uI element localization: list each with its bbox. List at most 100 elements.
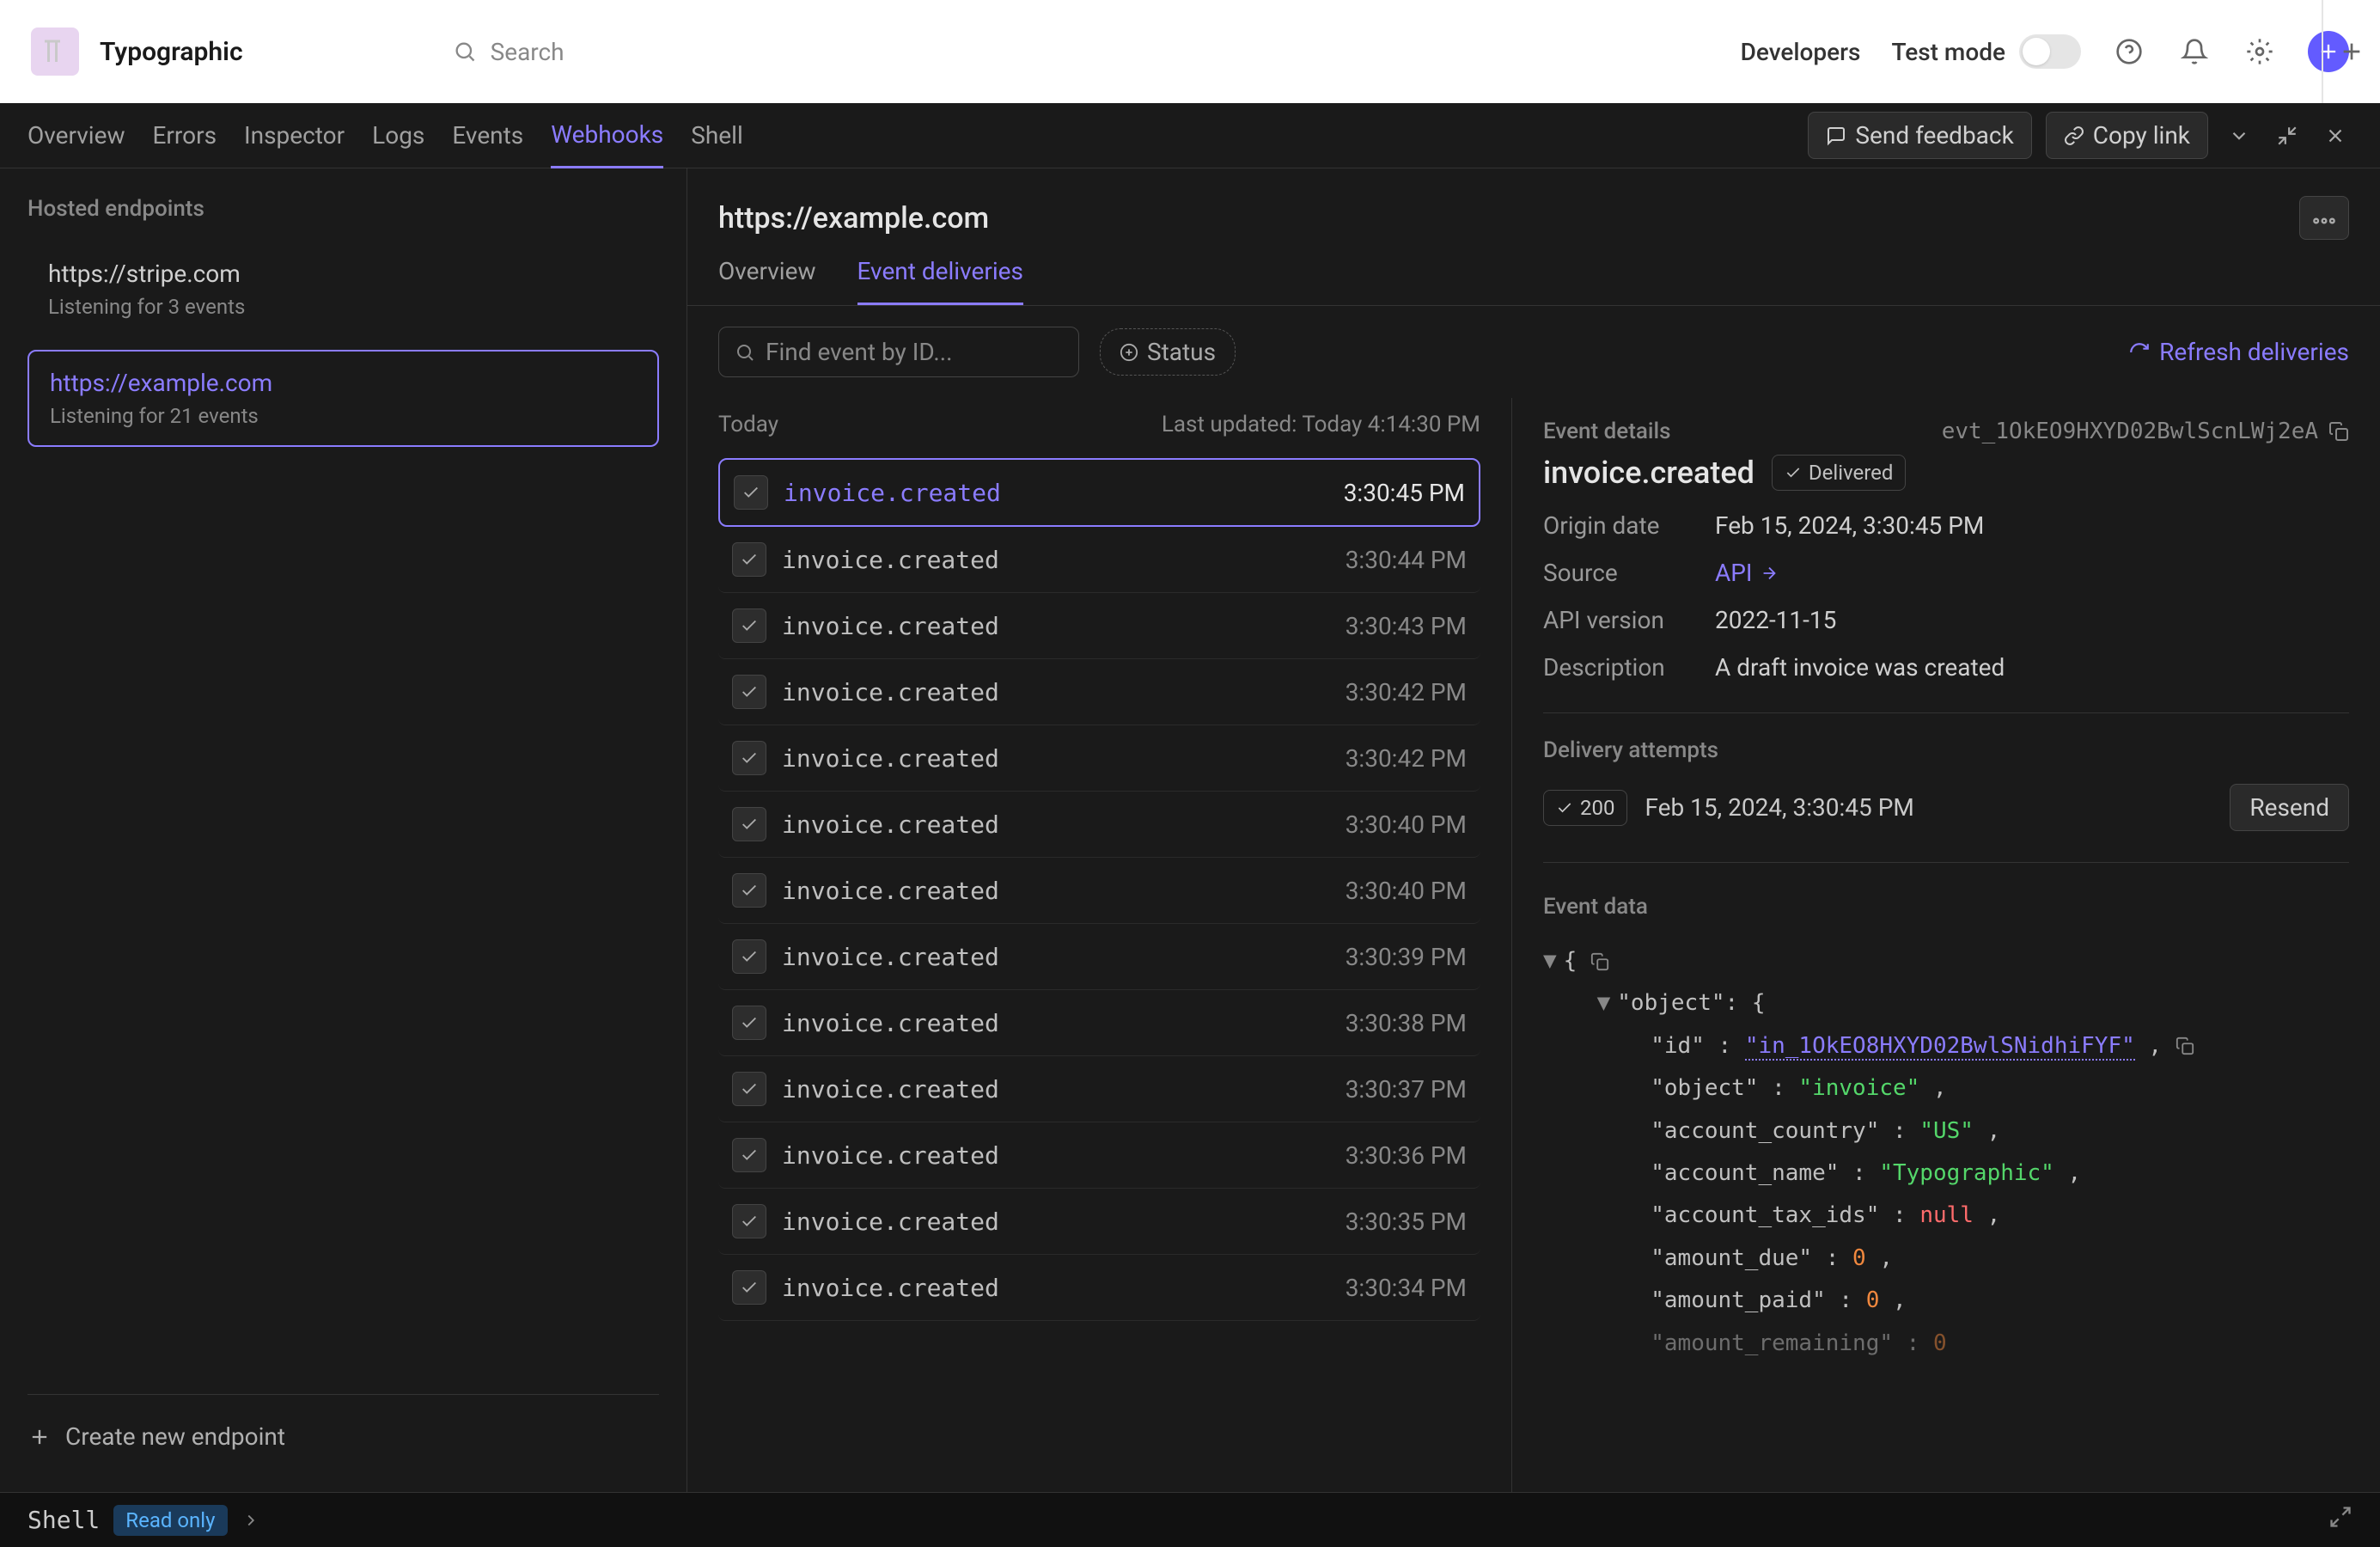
endpoint-sub: Listening for 21 events [50,404,637,428]
origin-date: Feb 15, 2024, 3:30:45 PM [1715,511,1984,540]
chevron-right-icon[interactable] [241,1511,260,1530]
subtab-deliveries[interactable]: Event deliveries [857,257,1023,305]
check-icon [732,939,766,974]
event-row[interactable]: invoice.created 3:30:35 PM [718,1189,1480,1255]
tab-shell[interactable]: Shell [691,103,743,168]
create-endpoint-button[interactable]: Create new endpoint [27,1394,659,1464]
details-pane: Event details evt_1OkEO9HXYD02BwlScnLWj2… [1512,398,2380,1492]
event-id: evt_1OkEO9HXYD02BwlScnLWj2eA [1942,419,2349,444]
event-row[interactable]: invoice.created 3:30:44 PM [718,527,1480,593]
notifications-icon[interactable] [2177,34,2212,69]
event-time: 3:30:43 PM [1346,612,1467,640]
delivered-badge: Delivered [1772,455,1907,491]
event-details-label: Event details [1543,419,1671,444]
check-icon [732,1204,766,1238]
check-icon [734,475,768,510]
event-row[interactable]: invoice.created 3:30:43 PM [718,593,1480,659]
outer-add-button[interactable] [2322,0,2380,103]
event-data-label: Event data [1543,894,2349,920]
status-code-badge: 200 [1543,790,1627,826]
list-heading: Today [718,412,778,437]
event-time: 3:30:38 PM [1346,1009,1467,1037]
copy-icon[interactable] [2176,1036,2194,1055]
copy-icon[interactable] [1590,952,1609,971]
collapse-toggle[interactable]: ▼ [1597,990,1611,1016]
tab-inspector[interactable]: Inspector [244,103,345,168]
event-time: 3:30:40 PM [1346,810,1467,839]
resend-button[interactable]: Resend [2230,784,2349,831]
endpoint-url: https://stripe.com [48,260,638,288]
shell-label: Shell [27,1506,100,1534]
event-row[interactable]: invoice.created 3:30:42 PM [718,659,1480,725]
readonly-badge: Read only [113,1505,227,1536]
tab-webhooks[interactable]: Webhooks [551,103,663,168]
event-row[interactable]: invoice.created 3:30:38 PM [718,990,1480,1056]
event-name: invoice.created [782,678,999,706]
secondary-nav: Overview Errors Inspector Logs Events We… [0,103,2380,168]
check-icon [732,873,766,908]
event-row[interactable]: invoice.created 3:30:40 PM [718,858,1480,924]
event-name: invoice.created [782,1274,999,1302]
event-time: 3:30:39 PM [1346,943,1467,971]
tab-errors[interactable]: Errors [153,103,217,168]
check-icon [732,741,766,775]
check-icon [732,675,766,709]
event-search-input[interactable]: Find event by ID... [718,327,1079,377]
settings-icon[interactable] [2243,34,2277,69]
tab-events[interactable]: Events [452,103,523,168]
json-view: ▼{ ▼"object": { "id" : "in_1OkEO8HXYD02B… [1543,940,2349,1365]
toggle-switch[interactable] [2019,34,2081,69]
event-row[interactable]: invoice.created 3:30:45 PM [718,458,1480,527]
event-time: 3:30:45 PM [1344,479,1465,507]
event-name: invoice.created [782,744,999,773]
event-name: invoice.created [782,612,999,640]
event-name: invoice.created [782,1141,999,1170]
shell-bar: Shell Read only [0,1492,2380,1547]
event-name: invoice.created [782,877,999,905]
chevron-down-icon[interactable] [2222,119,2256,153]
send-feedback-button[interactable]: Send feedback [1808,112,2031,159]
tab-overview[interactable]: Overview [27,103,125,168]
event-time: 3:30:34 PM [1346,1274,1467,1302]
test-mode-toggle[interactable]: Test mode [1891,34,2081,69]
attempt-time: Feb 15, 2024, 3:30:45 PM [1645,793,1913,822]
expand-icon[interactable] [2328,1505,2353,1535]
help-icon[interactable] [2112,34,2146,69]
endpoint-card-0[interactable]: https://stripe.com Listening for 3 event… [27,242,659,336]
global-search[interactable]: Search [453,38,564,66]
event-row[interactable]: invoice.created 3:30:37 PM [718,1056,1480,1122]
source-link[interactable]: API [1715,559,1779,587]
collapse-toggle[interactable]: ▼ [1543,948,1557,974]
event-row[interactable]: invoice.created 3:30:34 PM [718,1255,1480,1321]
content-area: https://example.com Overview Event deliv… [687,168,2380,1492]
subtab-overview[interactable]: Overview [718,257,816,305]
copy-icon[interactable] [2328,421,2349,442]
delivery-attempts-label: Delivery attempts [1543,737,2349,763]
event-row[interactable]: invoice.created 3:30:36 PM [718,1122,1480,1189]
search-placeholder: Search [491,38,564,66]
endpoint-title: https://example.com [718,201,989,235]
hosted-endpoints-label: Hosted endpoints [27,196,659,222]
last-updated: Last updated: Today 4:14:30 PM [1162,412,1480,437]
check-icon [732,1072,766,1106]
detail-title: invoice.created [1543,455,1754,491]
event-name: invoice.created [782,1009,999,1037]
refresh-button[interactable]: Refresh deliveries [2128,338,2349,366]
endpoint-url: https://example.com [50,369,637,397]
description: A draft invoice was created [1715,653,2005,682]
event-time: 3:30:42 PM [1346,744,1467,773]
close-icon[interactable] [2318,119,2353,153]
event-row[interactable]: invoice.created 3:30:39 PM [718,924,1480,990]
tab-logs[interactable]: Logs [372,103,424,168]
event-row[interactable]: invoice.created 3:30:42 PM [718,725,1480,792]
copy-link-button[interactable]: Copy link [2046,112,2208,159]
developers-link[interactable]: Developers [1741,38,1861,66]
endpoint-card-1[interactable]: https://example.com Listening for 21 eve… [27,350,659,447]
event-time: 3:30:36 PM [1346,1141,1467,1170]
event-row[interactable]: invoice.created 3:30:40 PM [718,792,1480,858]
status-filter[interactable]: Status [1100,328,1236,376]
more-menu-button[interactable] [2299,196,2349,240]
event-name: invoice.created [782,1208,999,1236]
collapse-icon[interactable] [2270,119,2304,153]
event-list: Today Last updated: Today 4:14:30 PM inv… [687,398,1512,1492]
